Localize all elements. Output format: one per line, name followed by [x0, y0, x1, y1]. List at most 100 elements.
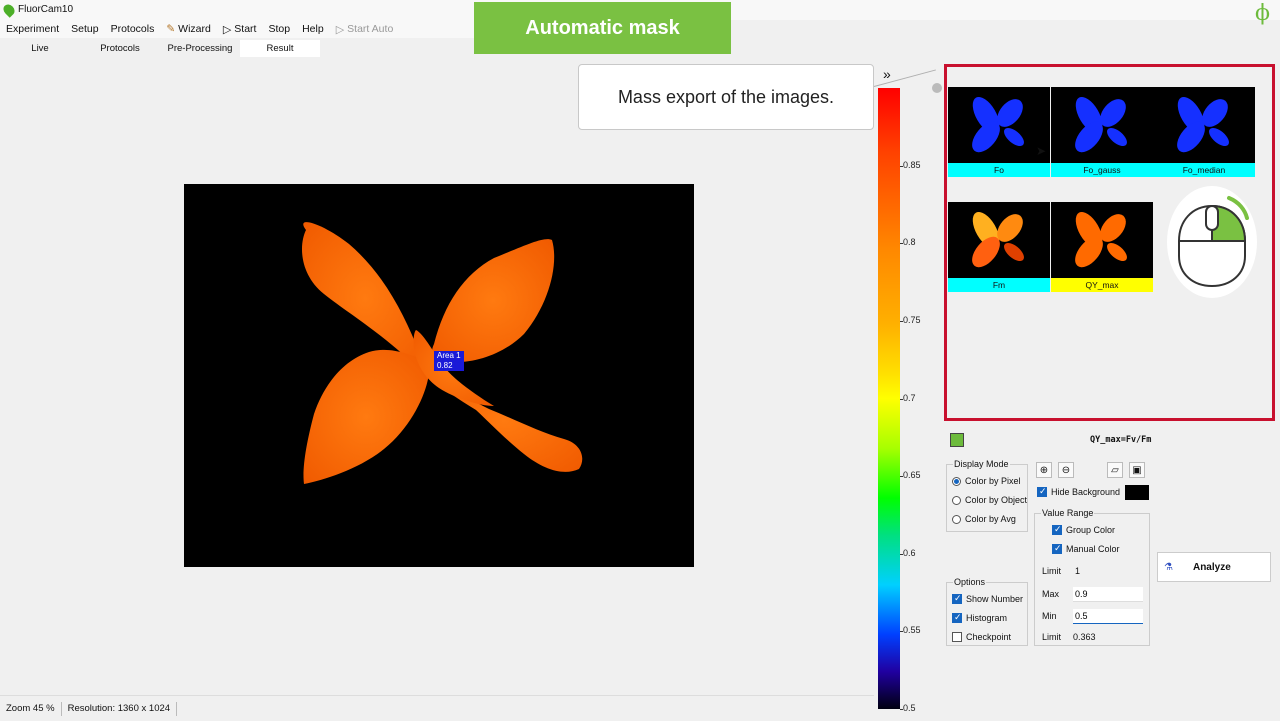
thumbnail-fo-median[interactable]: Fo_median	[1153, 87, 1255, 179]
mouse-cursor-icon: ➤	[1036, 144, 1047, 158]
background-color-swatch[interactable]	[1125, 485, 1149, 500]
radio-button[interactable]	[952, 514, 961, 524]
limit-label: Limit	[1042, 632, 1062, 642]
thumbnail-image	[948, 87, 1050, 163]
checkbox[interactable]	[952, 632, 962, 642]
checkbox-group-color[interactable]: Group Color	[1052, 524, 1115, 535]
color-scale-tick-label: 0.55	[903, 625, 921, 636]
thumbnail-caption: QY_max	[1051, 278, 1153, 292]
plant-image-svg	[301, 222, 583, 484]
menu-help[interactable]: Help	[296, 23, 330, 35]
thumbnail-caption: Fo_gauss	[1051, 163, 1153, 177]
min-input[interactable]	[1073, 609, 1143, 624]
checkbox[interactable]	[1037, 486, 1047, 497]
group-title: Options	[953, 577, 987, 587]
max-input[interactable]	[1073, 587, 1143, 602]
color-scale-tick-label: 0.8	[903, 237, 916, 248]
file-toolbar: ▱ ▣	[1107, 462, 1145, 478]
area-label[interactable]: Area 1 0.82	[434, 351, 464, 371]
radio-button[interactable]	[952, 495, 961, 505]
magic-wand-icon: ✎	[166, 23, 176, 35]
tab-protocols[interactable]: Protocols	[80, 40, 160, 57]
window-title: FluorCam10	[18, 4, 74, 15]
resolution-status: Resolution: 1360 x 1024	[62, 701, 178, 716]
radio-button[interactable]	[952, 476, 961, 486]
app-logo-icon	[1, 2, 17, 18]
formula-label: QY_max=Fv/Fm	[1090, 435, 1152, 445]
expand-panel-icon[interactable]: »	[883, 66, 891, 82]
color-scale-tick-label: 0.85	[903, 159, 921, 170]
menu-protocols[interactable]: Protocols	[105, 23, 161, 35]
result-image[interactable]	[184, 184, 694, 567]
formula-icon[interactable]	[950, 433, 964, 447]
limit-label: Limit	[1042, 566, 1062, 576]
area-value: 0.82	[437, 361, 453, 370]
value-range-group: Value Range Group Color Manual Color Lim…	[1034, 508, 1150, 646]
menu-wizard[interactable]: ✎ Wizard	[160, 23, 216, 35]
thumbnail-caption: Fm	[948, 278, 1050, 292]
mouse-icon	[1178, 196, 1249, 288]
thumbnail-fm[interactable]: Fm	[948, 202, 1050, 294]
title-banner: Automatic mask	[474, 2, 731, 54]
checkbox-show-number[interactable]: Show Number	[952, 593, 1023, 604]
menu-bar: Experiment Setup Protocols ✎ Wizard ▷ St…	[0, 20, 480, 38]
group-title: Display Mode	[953, 459, 1010, 469]
menu-stop[interactable]: Stop	[262, 23, 296, 35]
open-folder-icon[interactable]: ▱	[1107, 462, 1123, 478]
radio-color-by-avg[interactable]: Color by Avg	[952, 514, 1016, 524]
save-icon[interactable]: ▣	[1129, 462, 1145, 478]
menu-setup[interactable]: Setup	[65, 23, 104, 35]
zoom-out-icon[interactable]: ⊖	[1058, 462, 1074, 478]
display-mode-group: Display Mode Color by Pixel Color by Obj…	[946, 459, 1028, 532]
checkbox-manual-color[interactable]: Manual Color	[1052, 543, 1120, 554]
thumbnail-image	[1051, 87, 1153, 163]
radio-color-by-object[interactable]: Color by Object	[952, 495, 1027, 505]
analyze-button[interactable]: ⚗ Analyze	[1157, 552, 1271, 582]
zoom-status: Zoom 45 %	[0, 701, 62, 716]
thumbnail-caption: Fo_median	[1153, 163, 1255, 177]
tab-bar: Live Protocols Pre-Processing Result	[0, 40, 330, 57]
mouse-illustration	[1167, 186, 1257, 298]
play-icon: ▷	[335, 23, 345, 36]
limit-bottom-value: 0.363	[1073, 632, 1096, 642]
thumbnail-caption: Fo	[948, 163, 1050, 177]
menu-experiment[interactable]: Experiment	[0, 23, 65, 35]
max-label: Max	[1042, 589, 1060, 599]
color-scale-tick-label: 0.5	[903, 703, 916, 713]
menu-start-auto[interactable]: ▷ Start Auto	[330, 23, 400, 36]
checkbox[interactable]	[1052, 543, 1062, 554]
color-scale-tick-label: 0.65	[903, 470, 921, 481]
phi-logo-icon: ϕ	[1255, 1, 1270, 26]
tab-result[interactable]: Result	[240, 40, 320, 57]
color-scale-tick-label: 0.7	[903, 392, 916, 403]
thumbnail-fo-gauss[interactable]: Fo_gauss	[1051, 87, 1153, 179]
zoom-toolbar: ⊕ ⊖	[1036, 462, 1074, 478]
color-scale-bar	[878, 88, 900, 709]
color-scale-tick-label: 0.75	[903, 314, 921, 325]
play-icon: ▷	[222, 23, 232, 36]
checkbox-hide-background[interactable]: Hide Background	[1037, 486, 1120, 497]
radio-color-by-pixel[interactable]: Color by Pixel	[952, 476, 1021, 486]
thumbnail-fo[interactable]: Fo	[948, 87, 1050, 179]
callout-box: Mass export of the images.	[578, 64, 874, 130]
thumbnail-qy-max[interactable]: QY_max	[1051, 202, 1153, 294]
area-name: Area 1	[437, 351, 461, 360]
color-scale-tick-label: 0.6	[903, 547, 916, 558]
thumbnail-image	[1051, 202, 1153, 278]
tab-live[interactable]: Live	[0, 40, 80, 57]
group-title: Value Range	[1041, 508, 1095, 518]
checkbox-histogram[interactable]: Histogram	[952, 612, 1007, 623]
menu-start[interactable]: ▷ Start	[217, 23, 263, 36]
checkbox[interactable]	[952, 593, 962, 604]
checkbox-checkpoint[interactable]: Checkpoint	[952, 632, 1011, 642]
zoom-in-icon[interactable]: ⊕	[1036, 462, 1052, 478]
tab-pre-processing[interactable]: Pre-Processing	[160, 40, 240, 57]
checkbox[interactable]	[952, 612, 962, 623]
callout-dot	[932, 83, 942, 93]
flask-icon: ⚗	[1164, 561, 1173, 573]
limit-top-value: 1	[1075, 566, 1081, 576]
min-label: Min	[1042, 611, 1057, 621]
status-bar: Zoom 45 % Resolution: 1360 x 1024	[0, 695, 874, 721]
options-group: Options Show Number Histogram Checkpoint	[946, 577, 1028, 646]
checkbox[interactable]	[1052, 524, 1062, 535]
